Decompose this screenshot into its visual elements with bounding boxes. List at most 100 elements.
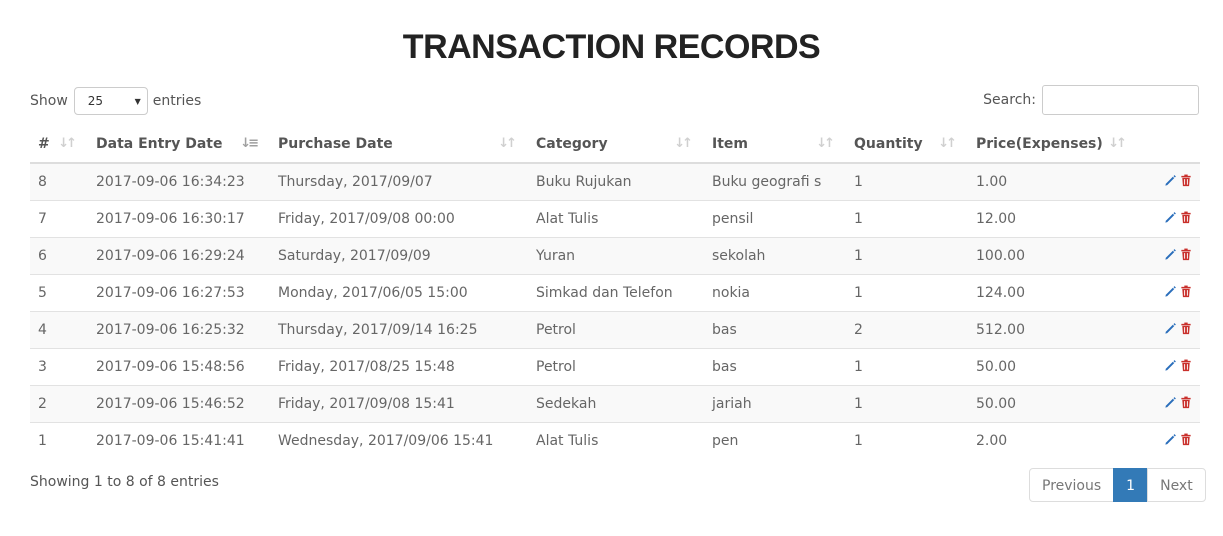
cell-quantity: 1 [846, 274, 968, 312]
sort-both-icon: ↓↑ [674, 136, 693, 151]
cell-item: pensil [704, 200, 846, 238]
trash-icon[interactable] [1180, 174, 1192, 191]
cell-item: Buku geografi s [704, 163, 846, 201]
cell-category: Yuran [528, 237, 704, 275]
column-header-quantity[interactable]: Quantity ↓↑ [846, 125, 968, 164]
cell-category: Buku Rujukan [528, 163, 704, 201]
column-header-price[interactable]: Price(Expenses) ↓↑ [968, 125, 1138, 164]
cell-data-entry-date: 2017-09-06 15:41:41 [88, 422, 270, 459]
search-input[interactable] [1042, 85, 1199, 115]
entries-per-page-value: 25 [87, 94, 104, 108]
entries-per-page-select[interactable]: 25 ▼ [73, 87, 148, 115]
cell-category: Petrol [528, 348, 704, 386]
cell-category: Simkad dan Telefon [528, 274, 704, 312]
transactions-table: # ↓↑ Data Entry Date ↓≡ Purchase Date ↓↑ Ca… [30, 125, 1200, 459]
cell-item: bas [704, 348, 846, 386]
row-actions [1138, 422, 1200, 459]
table-row: 8 2017-09-06 16:34:23 Thursday, 2017/09/07… [30, 163, 1200, 201]
table-row: 4 2017-09-06 16:25:32 Thursday, 2017/09/14… [30, 311, 1200, 349]
cell-purchase-date: Monday, 2017/06/05 15:00 [270, 274, 528, 312]
table-info: Showing 1 to 8 of 8 entries [30, 474, 219, 490]
cell-data-entry-date: 2017-09-06 16:25:32 [88, 311, 270, 349]
row-actions [1138, 163, 1200, 201]
cell-data-entry-date: 2017-09-06 15:46:52 [88, 385, 270, 423]
cell-number: 4 [30, 311, 88, 349]
cell-purchase-date: Wednesday, 2017/09/06 15:41 [270, 422, 528, 459]
cell-category: Petrol [528, 311, 704, 349]
table-row: 5 2017-09-06 16:27:53 Monday, 2017/06/05 1… [30, 274, 1200, 312]
sort-both-icon: ↓↑ [938, 136, 957, 151]
column-header-purchase-date[interactable]: Purchase Date ↓↑ [270, 125, 528, 164]
cell-price: 1.00 [968, 163, 1138, 201]
table-header-row: # ↓↑ Data Entry Date ↓≡ Purchase Date ↓↑ Ca… [30, 125, 1200, 164]
trash-icon[interactable] [1180, 211, 1192, 228]
sort-both-icon: ↓↑ [816, 136, 835, 151]
cell-data-entry-date: 2017-09-06 16:29:24 [88, 237, 270, 275]
column-header-data-entry-date[interactable]: Data Entry Date ↓≡ [88, 125, 270, 164]
previous-page-button[interactable]: Previous [1029, 468, 1115, 502]
page-title: TRANSACTION RECORDS [402, 28, 821, 66]
cell-purchase-date: Saturday, 2017/09/09 [270, 237, 528, 275]
cell-quantity: 1 [846, 422, 968, 459]
row-actions [1138, 385, 1200, 423]
trash-icon[interactable] [1180, 322, 1192, 339]
cell-number: 1 [30, 422, 88, 459]
pagination: Previous 1 Next [1029, 468, 1206, 502]
next-page-button[interactable]: Next [1147, 468, 1206, 502]
cell-price: 100.00 [968, 237, 1138, 275]
chevron-down-icon: ▼ [134, 96, 141, 106]
trash-icon[interactable] [1180, 396, 1192, 413]
trash-icon[interactable] [1180, 433, 1192, 450]
cell-purchase-date: Thursday, 2017/09/07 [270, 163, 528, 201]
cell-purchase-date: Friday, 2017/09/08 00:00 [270, 200, 528, 238]
column-header-number[interactable]: # ↓↑ [30, 125, 88, 164]
search-control: Search: [983, 85, 1199, 115]
pencil-icon[interactable] [1164, 396, 1177, 413]
cell-price: 124.00 [968, 274, 1138, 312]
sort-both-icon: ↓↑ [1108, 136, 1127, 151]
row-actions [1138, 311, 1200, 349]
column-header-item[interactable]: Item ↓↑ [704, 125, 846, 164]
cell-data-entry-date: 2017-09-06 16:30:17 [88, 200, 270, 238]
cell-price: 50.00 [968, 348, 1138, 386]
cell-number: 5 [30, 274, 88, 312]
cell-data-entry-date: 2017-09-06 15:48:56 [88, 348, 270, 386]
cell-item: nokia [704, 274, 846, 312]
pencil-icon[interactable] [1164, 211, 1177, 228]
cell-purchase-date: Friday, 2017/08/25 15:48 [270, 348, 528, 386]
table-row: 7 2017-09-06 16:30:17 Friday, 2017/09/08 0… [30, 200, 1200, 238]
sort-descending-icon: ↓≡ [240, 136, 259, 151]
cell-item: sekolah [704, 237, 846, 275]
show-label: Show [30, 93, 68, 109]
pencil-icon[interactable] [1164, 359, 1177, 376]
pencil-icon[interactable] [1164, 322, 1177, 339]
entries-length-control: Show 25 ▼ entries [30, 86, 201, 116]
cell-data-entry-date: 2017-09-06 16:27:53 [88, 274, 270, 312]
cell-category: Alat Tulis [528, 200, 704, 238]
pencil-icon[interactable] [1164, 248, 1177, 265]
row-actions [1138, 348, 1200, 386]
table-row: 2 2017-09-06 15:46:52 Friday, 2017/09/08 1… [30, 385, 1200, 423]
cell-quantity: 1 [846, 237, 968, 275]
cell-purchase-date: Friday, 2017/09/08 15:41 [270, 385, 528, 423]
trash-icon[interactable] [1180, 285, 1192, 302]
trash-icon[interactable] [1180, 359, 1192, 376]
column-header-category[interactable]: Category ↓↑ [528, 125, 704, 164]
cell-number: 2 [30, 385, 88, 423]
cell-category: Alat Tulis [528, 422, 704, 459]
cell-item: jariah [704, 385, 846, 423]
pencil-icon[interactable] [1164, 433, 1177, 450]
cell-number: 7 [30, 200, 88, 238]
cell-price: 50.00 [968, 385, 1138, 423]
cell-quantity: 2 [846, 311, 968, 349]
page-1-button[interactable]: 1 [1113, 468, 1149, 502]
cell-item: pen [704, 422, 846, 459]
search-label: Search: [983, 92, 1036, 108]
cell-price: 2.00 [968, 422, 1138, 459]
trash-icon[interactable] [1180, 248, 1192, 265]
pencil-icon[interactable] [1164, 285, 1177, 302]
table-row: 6 2017-09-06 16:29:24 Saturday, 2017/09/09… [30, 237, 1200, 275]
cell-purchase-date: Thursday, 2017/09/14 16:25 [270, 311, 528, 349]
entries-label: entries [152, 93, 202, 109]
pencil-icon[interactable] [1164, 174, 1177, 191]
